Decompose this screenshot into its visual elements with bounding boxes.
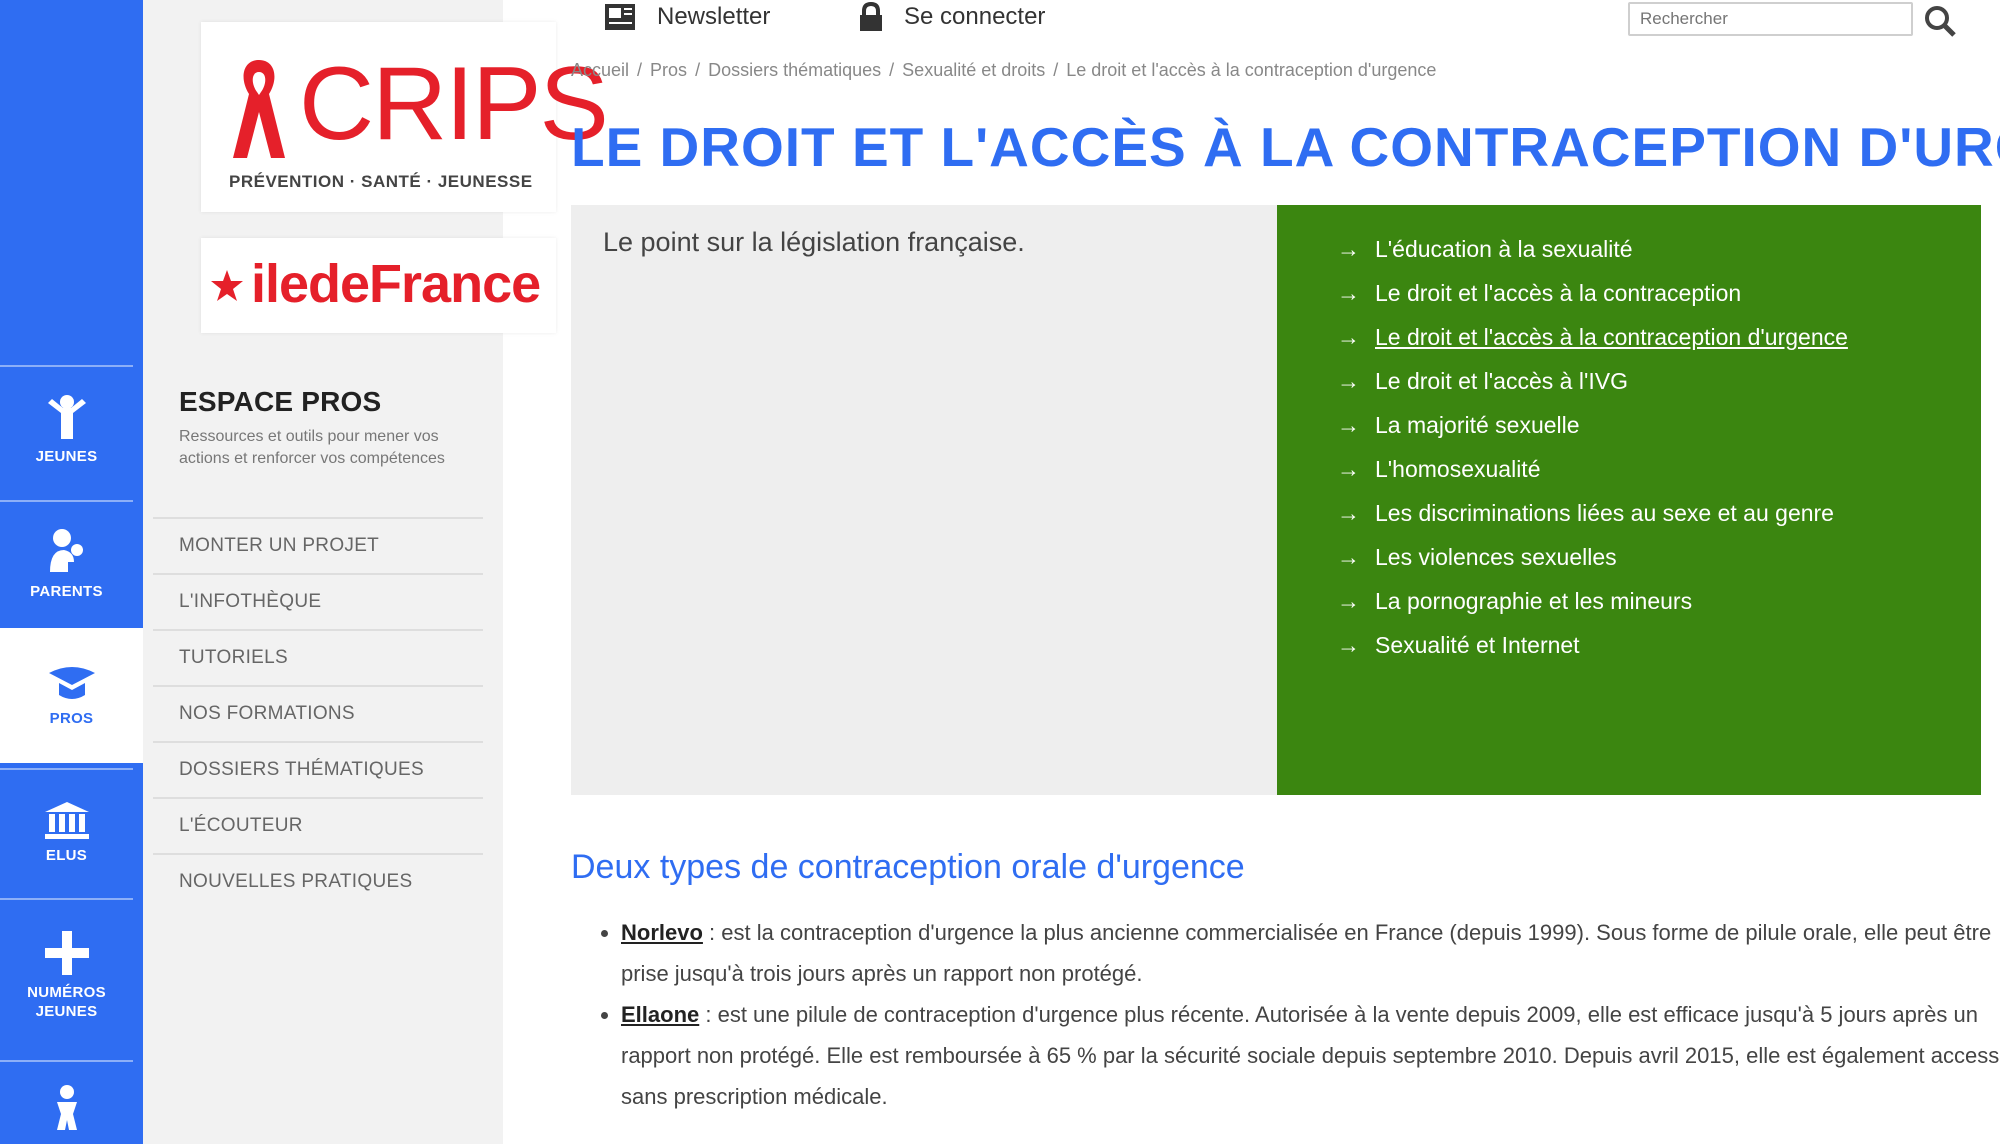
main-content: Newsletter Se connecter Accueil/Pros/Dos… <box>503 0 2000 1144</box>
arrow-right-icon: → <box>1337 456 1360 482</box>
topic-link[interactable]: → La pornographie et les mineurs <box>1337 583 1921 619</box>
pill-description: : est la contraception d'urgence la plus… <box>621 920 1992 986</box>
top-bar: Newsletter Se connecter <box>503 0 2000 40</box>
topic-link[interactable]: → Le droit et l'accès à l'IVG <box>1337 363 1921 399</box>
arrow-right-icon: → <box>1337 236 1360 262</box>
institution-icon <box>44 802 89 839</box>
topic-link[interactable]: → L'homosexualité <box>1337 451 1921 487</box>
topics-list: → L'éducation à la sexualité → Le droit et… <box>1277 205 1981 663</box>
breadcrumb-dossiers[interactable]: Dossiers thématiques <box>708 60 881 80</box>
login-link[interactable]: Se connecter <box>858 0 1045 34</box>
intro-box: Le point sur la législation française. →… <box>571 205 1981 795</box>
newsletter-icon <box>605 4 635 30</box>
breadcrumb-current: Le droit et l'accès à la contraception d… <box>1066 60 1437 80</box>
audience-rail: JEUNES PARENTS PROS ELUS NUMÉROS JEUNES <box>0 0 143 1144</box>
menu-item-infotheque[interactable]: L'INFOTHÈQUE <box>153 573 483 629</box>
menu-item-monter-un-projet[interactable]: MONTER UN PROJET <box>153 517 483 573</box>
newsletter-link[interactable]: Newsletter <box>603 0 770 34</box>
arrow-right-icon: → <box>1337 368 1360 394</box>
person-icon <box>47 395 86 439</box>
topic-link[interactable]: → Les discriminations liées au sexe et au… <box>1337 495 1921 531</box>
arrow-right-icon: → <box>1337 632 1360 658</box>
page-title: LE DROIT ET L'ACCÈS À LA CONTRACEPTION D… <box>571 116 2000 178</box>
menu-item-tutoriels[interactable]: TUTORIELS <box>153 629 483 685</box>
lock-icon <box>860 2 882 31</box>
arrow-right-icon: → <box>1337 500 1360 526</box>
breadcrumb-sexualite[interactable]: Sexualité et droits <box>902 60 1045 80</box>
breadcrumb-home[interactable]: Accueil <box>571 60 629 80</box>
rail-label-jeunes: JEUNES <box>35 448 98 465</box>
menu-item-ecouteur[interactable]: L'ÉCOUTEUR <box>153 797 483 853</box>
figure-icon <box>56 1085 77 1130</box>
pros-menu-description: Ressources et outils pour mener vos acti… <box>179 428 445 467</box>
arrow-right-icon: → <box>1337 324 1360 350</box>
intro-text: Le point sur la législation française. <box>603 227 1025 257</box>
pros-icon <box>48 667 95 699</box>
pros-menu-title: ESPACE PROS <box>179 386 382 417</box>
ribbon-icon <box>233 60 285 158</box>
menu-item-nos-formations[interactable]: NOS FORMATIONS <box>153 685 483 741</box>
rail-item-other[interactable] <box>0 1060 133 1144</box>
login-label: Se connecter <box>904 3 1046 30</box>
rail-label-pros: PROS <box>49 710 94 727</box>
menu-item-dossiers-thematiques[interactable]: DOSSIERS THÉMATIQUES <box>153 741 483 797</box>
search-icon[interactable] <box>1923 4 1957 38</box>
pill-name-link[interactable]: Ellaone <box>621 1002 699 1027</box>
topics-nav: → L'éducation à la sexualité → Le droit et… <box>1277 205 1981 795</box>
arrow-right-icon: → <box>1337 588 1360 614</box>
topic-link[interactable]: → La majorité sexuelle <box>1337 407 1921 443</box>
arrow-right-icon: → <box>1337 280 1360 306</box>
section-heading: Deux types de contraception orale d'urge… <box>571 848 1245 886</box>
topic-link[interactable]: → L'éducation à la sexualité <box>1337 231 1921 267</box>
breadcrumb-pros[interactable]: Pros <box>650 60 687 80</box>
rail-item-pros[interactable]: PROS <box>0 628 143 763</box>
topic-link[interactable]: → Les violences sexuelles <box>1337 539 1921 575</box>
rail-item-numeros-jeunes[interactable]: NUMÉROS JEUNES <box>0 898 133 1050</box>
search-input[interactable] <box>1628 2 1913 36</box>
topic-link[interactable]: → Sexualité et Internet <box>1337 627 1921 663</box>
arrow-right-icon: → <box>1337 412 1360 438</box>
rail-item-jeunes[interactable]: JEUNES <box>0 365 133 492</box>
pill-list: Norlevo : est la contraception d'urgence… <box>571 912 2000 1117</box>
rail-label-numeros-jeunes: NUMÉROS JEUNES <box>27 984 106 1020</box>
rail-label-parents: PARENTS <box>30 583 103 600</box>
pill-name-link[interactable]: Norlevo <box>621 920 703 945</box>
topic-link[interactable]: → Le droit et l'accès à la contraception <box>1337 275 1921 311</box>
rail-label-elus: ELUS <box>45 847 88 864</box>
newsletter-label: Newsletter <box>657 3 771 30</box>
rail-item-elus[interactable]: ELUS <box>0 768 133 895</box>
menu-item-nouvelles-pratiques[interactable]: NOUVELLES PRATIQUES <box>153 853 483 909</box>
crips-tagline: PRÉVENTION · SANTÉ · JEUNESSE <box>229 172 533 191</box>
list-item: Ellaone : est une pilule de contraceptio… <box>621 994 2000 1117</box>
pros-menu-list: MONTER UN PROJET L'INFOTHÈQUE TUTORIELS … <box>153 517 483 909</box>
plus-icon <box>44 931 89 975</box>
arrow-right-icon: → <box>1337 544 1360 570</box>
iledefrance-wordmark: iledeFrance <box>251 254 541 314</box>
topic-link-current[interactable]: → Le droit et l'accès à la contraception … <box>1337 319 1921 355</box>
star-icon <box>211 270 243 301</box>
rail-item-parents[interactable]: PARENTS <box>0 500 133 627</box>
list-item: Norlevo : est la contraception d'urgence… <box>621 912 2000 994</box>
pill-description: : est une pilule de contraception d'urge… <box>621 1002 2000 1109</box>
breadcrumb: Accueil / Pros / Dossiers thématiques / Sexual… <box>571 60 1437 80</box>
parents-icon <box>49 529 83 572</box>
